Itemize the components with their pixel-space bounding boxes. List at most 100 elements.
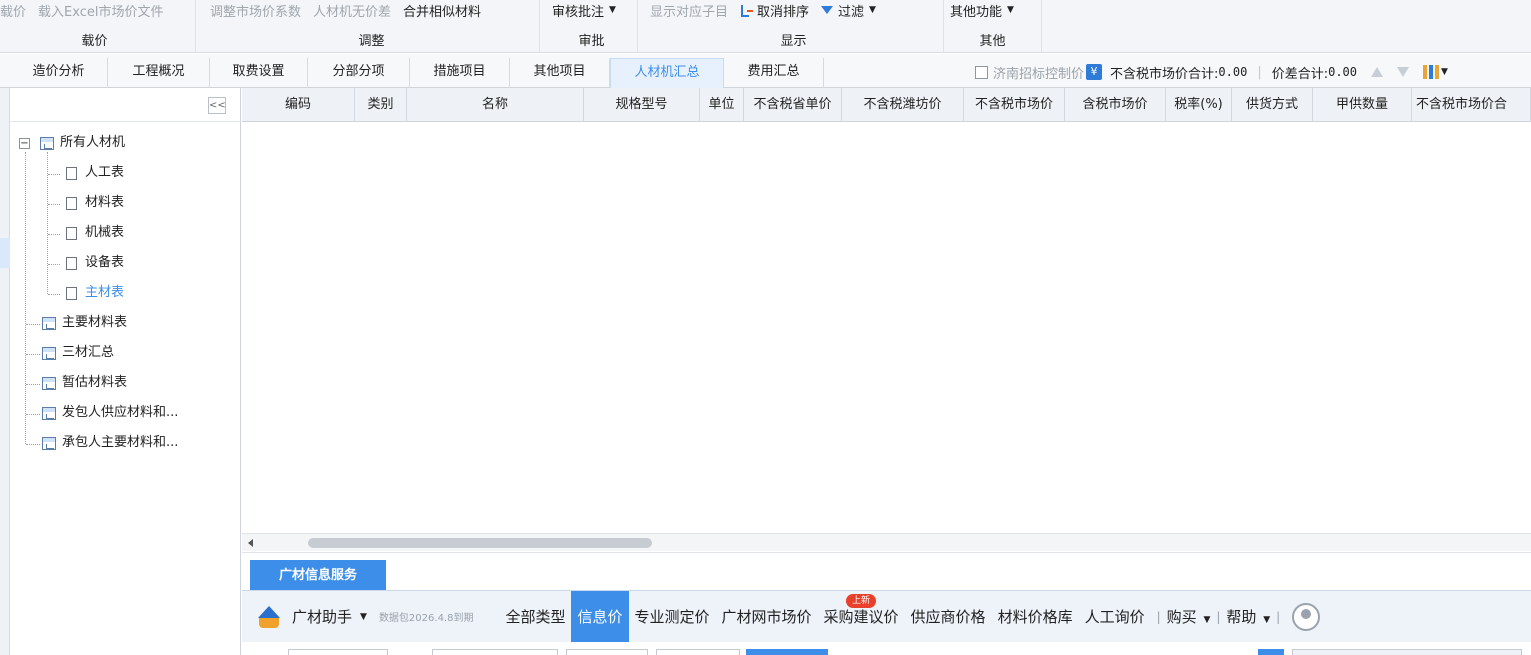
nav-professional-price[interactable]: 专业测定价 (629, 591, 716, 643)
ribbon-group-label: 调整 (358, 34, 385, 49)
separator: | (1216, 609, 1221, 624)
chevron-down-icon: ▼ (609, 5, 616, 15)
assistant-logo-icon (256, 604, 282, 630)
scrollbar-thumb[interactable] (308, 538, 652, 548)
horizontal-scrollbar[interactable] (242, 533, 1531, 551)
grid-body[interactable] (242, 122, 1531, 533)
nav-purchase-suggest[interactable]: 上新 采购建议价 (818, 591, 905, 643)
review-comment-button[interactable]: 审核批注 ▼ (546, 1, 622, 20)
tree-line (48, 294, 60, 295)
table-icon (42, 376, 56, 390)
tree-item-main-material[interactable]: 主材表 (66, 282, 124, 304)
tree-line (48, 204, 60, 205)
assistant-label[interactable]: 广材助手 (292, 606, 352, 627)
col-header-tax-rate[interactable]: 税率(%) (1166, 88, 1232, 122)
col-header-supply-method[interactable]: 供货方式 (1232, 88, 1313, 122)
filter-input[interactable] (288, 649, 388, 655)
control-price-checkbox[interactable] (975, 65, 988, 79)
tab-fee-settings[interactable]: 取费设置 (210, 58, 308, 88)
table-icon (42, 316, 56, 330)
chevron-down-icon: ▼ (1263, 615, 1271, 625)
nav-labor-inquiry[interactable]: 人工询价 (1079, 591, 1151, 643)
col-header-code[interactable]: 编码 (242, 88, 355, 122)
col-header-weifang-price[interactable]: 不含税潍坊价 (842, 88, 964, 122)
col-header-market-total[interactable]: 不含税市场价合 (1412, 88, 1531, 122)
chevron-down-icon[interactable]: ▼ (360, 612, 367, 622)
tree-item-contractor-main[interactable]: 承包人主要材料和... (42, 432, 178, 454)
col-header-market-price[interactable]: 不含税市场价 (964, 88, 1065, 122)
move-down-icon[interactable] (1397, 67, 1409, 77)
tab-fee-summary[interactable]: 费用汇总 (724, 58, 824, 88)
col-header-category[interactable]: 类别 (355, 88, 407, 122)
chevron-down-icon[interactable]: ▼ (1441, 67, 1448, 77)
tree-item-provisional[interactable]: 暂估材料表 (42, 372, 127, 394)
search-icon[interactable] (1258, 649, 1284, 655)
col-header-owner-qty[interactable]: 甲供数量 (1313, 88, 1412, 122)
tab-other-items[interactable]: 其他项目 (510, 58, 610, 88)
filter-input[interactable] (566, 649, 648, 655)
ribbon-group-other: 其他功能 ▼ 其他 (944, 0, 1042, 53)
table-icon (42, 346, 56, 360)
other-functions-button[interactable]: 其他功能 ▼ (944, 1, 1020, 20)
tab-project-overview[interactable]: 工程概况 (108, 58, 210, 88)
col-header-name[interactable]: 名称 (407, 88, 584, 122)
tree-node-label: 机械表 (85, 225, 125, 240)
nav-market-price[interactable]: 广材网市场价 (716, 591, 818, 643)
search-input[interactable] (1292, 649, 1522, 655)
nav-supplier-price[interactable]: 供应商价格 (905, 591, 992, 643)
tree-line (48, 174, 60, 175)
load-price-button[interactable]: 载价 (0, 1, 32, 20)
tree-item-material[interactable]: 材料表 (66, 192, 124, 214)
show-subitem-button[interactable]: 显示对应子目 (644, 1, 734, 20)
help-button[interactable]: 帮助 ▼ (1226, 606, 1270, 627)
tree-node-label: 设备表 (85, 255, 125, 270)
col-header-province-price[interactable]: 不含税省单价 (744, 88, 842, 122)
nav-all-types[interactable]: 全部类型 (499, 591, 571, 643)
buy-button[interactable]: 购买 ▼ (1167, 606, 1211, 627)
search-button[interactable] (746, 649, 828, 655)
tree-root-all[interactable]: − 所有人材机 (19, 132, 125, 154)
cancel-sort-button[interactable]: 取消排序 (734, 1, 815, 20)
nav-price-library[interactable]: 材料价格库 (992, 591, 1079, 643)
tree-line (26, 444, 40, 445)
load-excel-price-button[interactable]: 载入Excel市场价文件 (32, 1, 169, 20)
grid-header: 编码 类别 名称 规格型号 单位 不含税省单价 不含税潍坊价 不含税市场价 含税… (242, 88, 1531, 122)
move-up-icon[interactable] (1371, 67, 1383, 77)
ribbon-toolbar: 载价 载入Excel市场价文件 载价 调整市场价系数 人材机无价差 合并相似材料… (0, 0, 1531, 53)
diff-label: 价差合计: (1271, 66, 1329, 82)
tree-item-employer-supplied[interactable]: 发包人供应材料和... (42, 402, 178, 424)
ribbon-group-label: 其他 (979, 34, 1006, 49)
price-icon[interactable]: ¥ (1086, 64, 1103, 80)
tab-measures[interactable]: 措施项目 (410, 58, 510, 88)
info-service-bar: 广材信息服务 (242, 552, 1531, 591)
col-header-tax-market-price[interactable]: 含税市场价 (1065, 88, 1166, 122)
col-header-unit[interactable]: 单位 (700, 88, 744, 122)
help-label: 帮助 (1226, 608, 1257, 626)
left-nav-strip (0, 88, 10, 655)
adjust-market-coef-button[interactable]: 调整市场价系数 (204, 1, 307, 20)
scroll-left-icon[interactable] (248, 539, 253, 547)
no-price-diff-button[interactable]: 人材机无价差 (307, 1, 397, 20)
tree-item-equipment[interactable]: 设备表 (66, 252, 124, 274)
user-avatar-icon[interactable] (1292, 602, 1321, 631)
nav-info-price[interactable]: 信息价 (571, 590, 629, 643)
tree-item-key-materials[interactable]: 主要材料表 (42, 312, 127, 334)
tab-sub-items[interactable]: 分部分项 (308, 58, 410, 88)
tab-cost-analysis[interactable]: 造价分析 (10, 58, 108, 88)
filter-input[interactable] (432, 649, 558, 655)
filter-button[interactable]: 过滤 ▼ (815, 1, 882, 20)
col-header-spec[interactable]: 规格型号 (584, 88, 700, 122)
ribbon-group-display: 显示对应子目 取消排序 过滤 ▼ 显示 (644, 0, 944, 53)
tree-item-labor[interactable]: 人工表 (66, 162, 124, 184)
tree-item-machinery[interactable]: 机械表 (66, 222, 124, 244)
collapse-icon[interactable]: − (19, 137, 30, 149)
column-settings-icon[interactable] (1423, 65, 1439, 79)
collapse-panel-button[interactable]: << (208, 97, 226, 114)
filter-input[interactable] (656, 649, 740, 655)
tab-labor-material-summary[interactable]: 人材机汇总 (610, 58, 724, 88)
cancel-sort-label: 取消排序 (757, 4, 810, 20)
merge-similar-button[interactable]: 合并相似材料 (397, 1, 487, 20)
tree-item-three-materials[interactable]: 三材汇总 (42, 342, 114, 364)
info-service-tab[interactable]: 广材信息服务 (250, 560, 386, 591)
tree-line (25, 152, 26, 444)
